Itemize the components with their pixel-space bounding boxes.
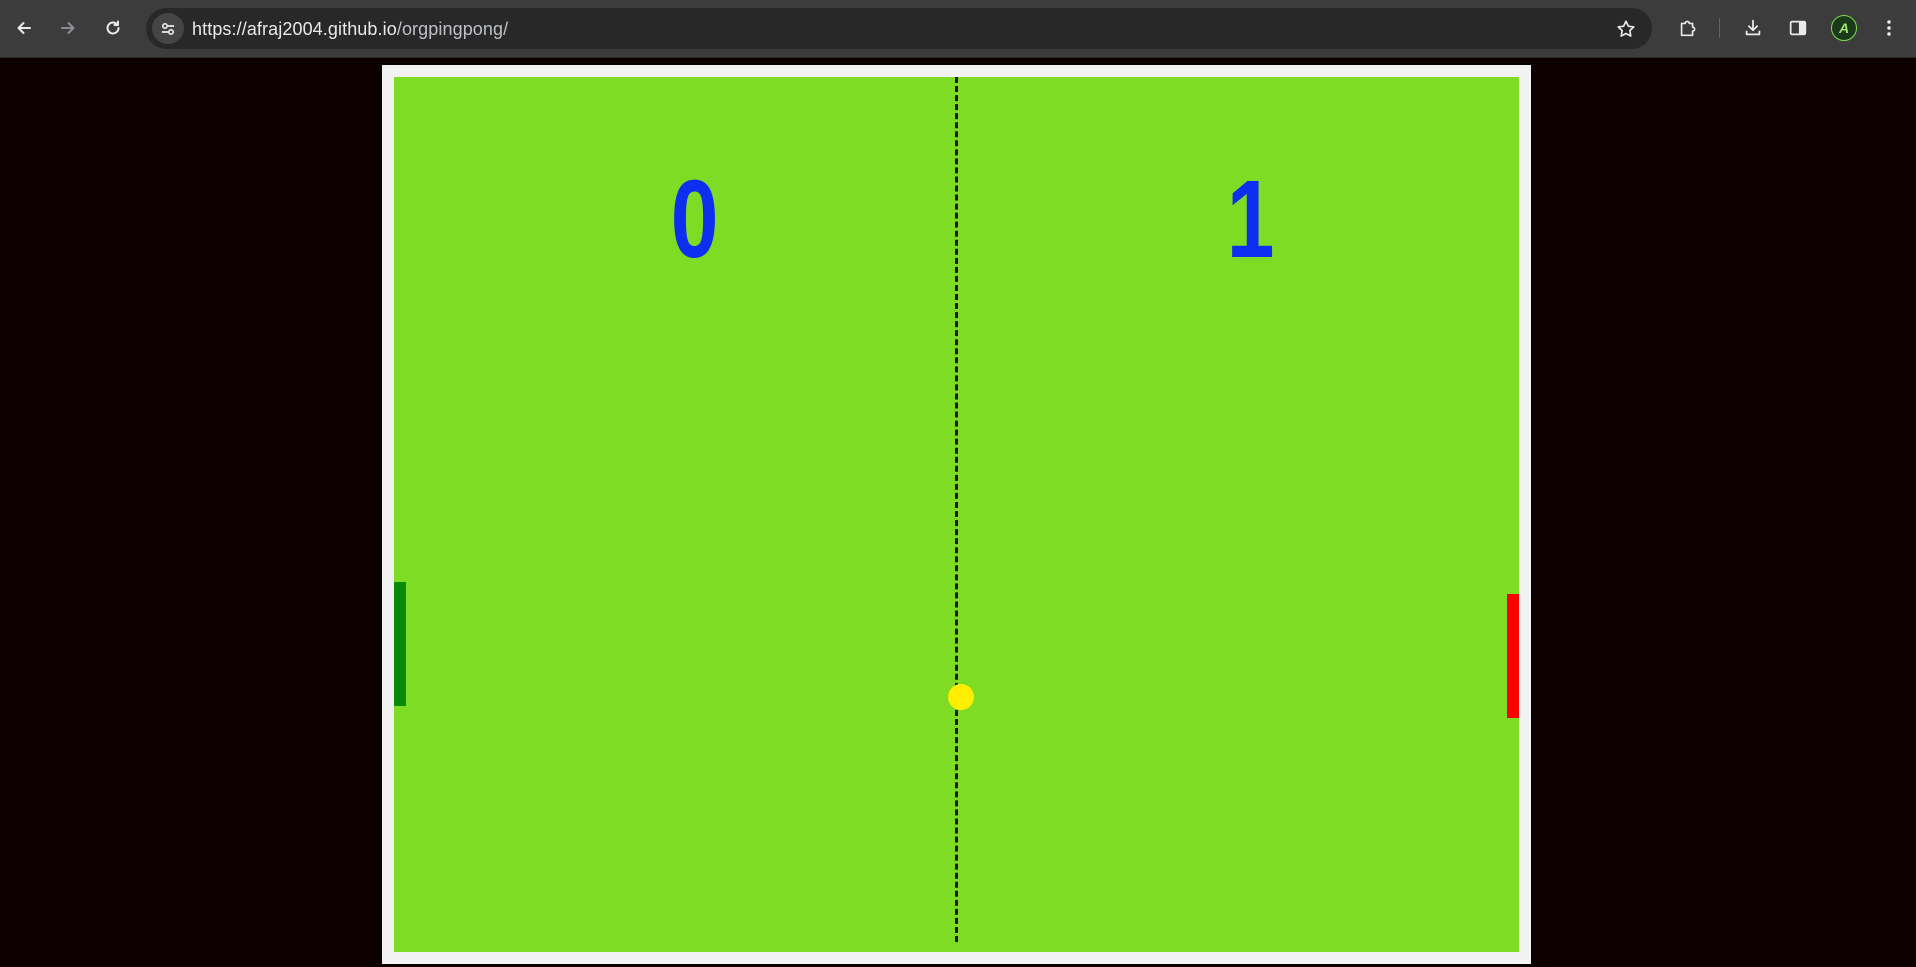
side-panel-icon — [1789, 20, 1807, 36]
star-icon — [1617, 20, 1635, 37]
ball — [948, 684, 974, 710]
menu-button[interactable] — [1873, 12, 1905, 44]
puzzle-icon — [1680, 20, 1696, 37]
extensions-button[interactable] — [1672, 12, 1704, 44]
downloads-button[interactable] — [1737, 12, 1769, 44]
toolbar-separator — [1719, 18, 1720, 38]
profile-avatar[interactable]: A — [1831, 15, 1857, 41]
kebab-menu-icon — [1887, 20, 1891, 36]
url-path: /orgpingpong/ — [396, 19, 509, 39]
arrow-left-icon — [17, 22, 31, 34]
right-paddle — [1507, 594, 1519, 718]
download-icon — [1745, 19, 1761, 36]
reload-button[interactable] — [97, 12, 129, 44]
tune-icon — [161, 22, 175, 35]
left-paddle[interactable] — [394, 582, 406, 706]
player-left-score: 0 — [670, 158, 719, 281]
site-info-button[interactable] — [152, 13, 184, 44]
center-net — [955, 77, 958, 942]
player-right-score: 1 — [1226, 158, 1275, 281]
browser-toolbar: https://afraj2004.github.io/orgpingpong/… — [0, 0, 1916, 58]
reload-icon — [106, 20, 120, 35]
arrow-right-icon — [61, 22, 75, 34]
forward-button[interactable] — [52, 12, 84, 44]
address-bar[interactable]: https://afraj2004.github.io/orgpingpong/ — [146, 8, 1652, 49]
profile-initial: A — [1838, 20, 1850, 36]
url-text[interactable]: https://afraj2004.github.io/orgpingpong/ — [192, 19, 508, 39]
back-button[interactable] — [8, 12, 40, 44]
game-field[interactable]: 0 1 — [394, 77, 1519, 952]
side-panel-button[interactable] — [1782, 12, 1814, 44]
url-host: https://afraj2004.github.io — [192, 19, 397, 39]
bookmark-button[interactable] — [1610, 13, 1642, 45]
